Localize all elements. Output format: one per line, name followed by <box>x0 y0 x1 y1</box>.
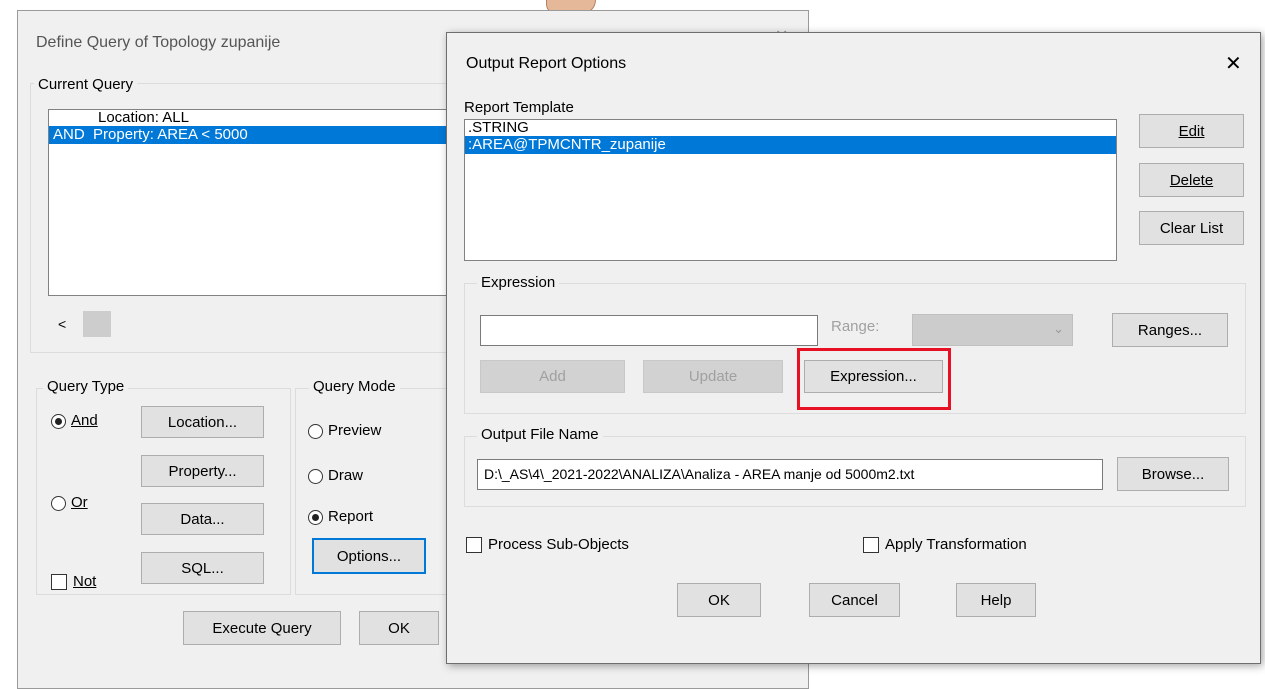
define-query-title: Define Query of Topology zupanije <box>36 34 281 51</box>
range-select: ⌄ <box>912 314 1073 346</box>
range-label: Range: <box>831 318 880 335</box>
process-sub-objects-label[interactable]: Process Sub-Objects <box>488 536 629 553</box>
output-report-dialog: Output Report Options ✕ Report Template … <box>446 32 1261 664</box>
apply-transformation-checkbox[interactable] <box>863 537 879 553</box>
draw-radio[interactable] <box>308 469 323 484</box>
and-radio[interactable] <box>51 414 66 429</box>
current-query-label: Current Query <box>34 76 138 93</box>
clear-list-button[interactable]: Clear List <box>1139 211 1244 245</box>
query-type-label: Query Type <box>43 378 129 395</box>
sql-button[interactable]: SQL... <box>141 552 264 584</box>
process-sub-objects-checkbox[interactable] <box>466 537 482 553</box>
help-button[interactable]: Help <box>956 583 1036 617</box>
not-checkbox[interactable] <box>51 574 67 590</box>
report-radio[interactable] <box>308 510 323 525</box>
edit-button[interactable]: Edit <box>1139 114 1244 148</box>
location-button[interactable]: Location... <box>141 406 264 438</box>
report-template-list[interactable]: .STRING :AREA@TPMCNTR_zupanije <box>464 119 1117 261</box>
list-item[interactable]: .STRING <box>465 120 1116 136</box>
query-mode-label: Query Mode <box>309 378 400 395</box>
scroll-left-button[interactable]: < <box>58 316 66 332</box>
highlight-box <box>797 348 951 410</box>
report-label[interactable]: Report <box>328 508 373 525</box>
apply-transformation-label[interactable]: Apply Transformation <box>885 536 1027 553</box>
cancel-button[interactable]: Cancel <box>809 583 900 617</box>
output-file-label: Output File Name <box>477 426 603 443</box>
dialog-title: Output Report Options <box>466 55 627 72</box>
bg-ok-button[interactable]: OK <box>359 611 439 645</box>
delete-button[interactable]: Delete <box>1139 163 1244 197</box>
list-item[interactable]: Location: ALL <box>49 110 457 126</box>
edit-label: Edit <box>1178 122 1205 140</box>
delete-label: Delete <box>1169 171 1214 189</box>
list-item[interactable]: :AREA@TPMCNTR_zupanije <box>465 136 1116 154</box>
not-label[interactable]: Not <box>73 573 96 590</box>
draw-label[interactable]: Draw <box>328 467 363 484</box>
preview-radio[interactable] <box>308 424 323 439</box>
current-query-list[interactable]: Location: ALL AND Property: AREA < 5000 <box>48 109 458 296</box>
data-button[interactable]: Data... <box>141 503 264 535</box>
output-file-input[interactable]: D:\_AS\4\_2021-2022\ANALIZA\Analiza - AR… <box>477 459 1103 490</box>
list-item[interactable]: AND Property: AREA < 5000 <box>49 126 457 144</box>
ranges-button[interactable]: Ranges... <box>1112 313 1228 347</box>
or-radio[interactable] <box>51 496 66 511</box>
options-button[interactable]: Options... <box>312 538 426 574</box>
and-label[interactable]: And <box>71 412 98 429</box>
close-icon[interactable]: ✕ <box>1225 51 1242 76</box>
browse-button[interactable]: Browse... <box>1117 457 1229 491</box>
preview-label[interactable]: Preview <box>328 422 381 439</box>
chevron-down-icon: ⌄ <box>1053 321 1064 336</box>
output-file-path: D:\_AS\4\_2021-2022\ANALIZA\Analiza - AR… <box>484 466 915 482</box>
update-button: Update <box>643 360 783 393</box>
execute-query-button[interactable]: Execute Query <box>183 611 341 645</box>
or-label[interactable]: Or <box>71 494 88 511</box>
scrollbar-thumb[interactable] <box>83 311 111 337</box>
report-template-label: Report Template <box>464 99 574 116</box>
expression-label: Expression <box>477 274 560 291</box>
ok-button[interactable]: OK <box>677 583 761 617</box>
expression-input[interactable] <box>480 315 818 346</box>
property-button[interactable]: Property... <box>141 455 264 487</box>
add-button: Add <box>480 360 625 393</box>
clear-list-label: Clear List <box>1159 219 1224 237</box>
